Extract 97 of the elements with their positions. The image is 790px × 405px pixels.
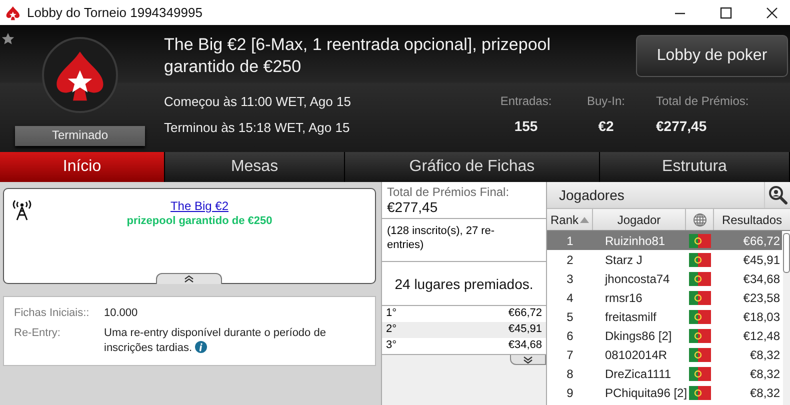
detail-value: 10.000 [104,306,139,321]
prize-guarantee: prizepool garantido de €250 [126,215,272,227]
result-cell-text: €8,32 [748,386,781,400]
search-button[interactable] [764,182,790,208]
close-icon [766,6,778,18]
flag-icon [689,310,711,324]
rank-cell-text: 6 [566,328,574,342]
detail-label: Fichas Iniciais:: [14,306,90,321]
rank-cell-text: 8 [566,366,574,380]
player-name: DreZica1111 [604,366,672,380]
flag-icon [689,386,711,400]
player-name: Starz J [604,252,644,266]
entrants-text: (128 inscrito(s), 27 re-entries) [387,224,496,253]
player-name: 08102014R [604,348,668,362]
rank-cell-text: 1 [566,234,574,248]
rank-cell-text: 3 [566,272,574,286]
player-row[interactable]: 9 PChiquita96 [2] €8,32 [547,383,782,402]
end-time: Terminou às 15:18 WET, Ago 15 [164,120,351,135]
result-cell-text: €66,72 [742,234,781,248]
spade-logo-icon [5,4,21,20]
amount-cell: €34,68 [508,339,542,353]
rank-cell-text: 7 [566,348,574,362]
tab[interactable]: Gráfico de Fichas [345,152,600,182]
result-cell-text: €18,03 [742,310,781,324]
double-chevron-up-icon [184,275,194,283]
places-paid: 24 lugares premiados. [394,276,534,292]
players-title: Jogadores [559,187,624,203]
search-icon [768,185,788,205]
player-row[interactable]: 3 jhoncosta74 €34,68 [547,269,782,288]
player-row[interactable]: 1 Ruizinho81 €66,72 [547,231,782,250]
rank-cell-text: 9 [566,386,574,400]
expand-button[interactable] [510,355,546,365]
stat-label: Entradas: [500,94,552,108]
column-header[interactable]: Rank [547,209,593,230]
stat-value: 155 [514,118,538,134]
stat-label: Buy-In: [586,94,625,108]
antenna-tower-icon [12,199,32,221]
scroll-thumb[interactable] [783,233,790,273]
result-cell-text: €8,32 [748,348,781,362]
result-cell-text: €8,32 [748,366,781,380]
player-row[interactable]: 2 Starz J €45,91 [547,250,782,269]
stat-value: €2 [598,118,614,134]
flag-icon [689,328,711,342]
tournament-title: The Big €2 [6-Max, 1 reentrada opcional], prizepool garantido de €250 [163,34,552,78]
amount-cell: €45,91 [508,323,542,337]
window-title: Lobby do Torneio 1994349995 [27,5,202,20]
place-cell: 1° [386,307,397,321]
rank-cell-text: 5 [566,310,574,324]
flag-icon [689,252,711,266]
place-cell: 3° [386,339,397,353]
tab[interactable]: Estrutura [600,152,790,182]
collapse-button[interactable] [156,273,222,284]
player-row[interactable]: 4 rmsr16 €23,58 [547,288,782,307]
sort-up-icon [580,216,588,222]
amount-cell: €66,72 [508,307,542,321]
info-icon [195,341,208,353]
flag-icon [689,348,711,362]
player-row[interactable]: 5 freitasmilf €18,03 [547,307,782,326]
flag-icon [689,234,711,248]
tournament-link[interactable]: The Big €2 [170,199,229,213]
start-time: Começou às 11:00 WET, Ago 15 [164,94,352,109]
result-cell-text: €34,68 [742,272,781,286]
player-name: rmsr16 [604,290,644,304]
player-row[interactable]: 6 Dkings86 [2] €12,48 [547,326,782,345]
maximize-icon [720,6,732,18]
player-name: Ruizinho81 [604,234,666,248]
result-cell-text: €12,48 [742,328,781,342]
player-row[interactable]: 7 08102014R €8,32 [547,345,782,364]
column-header[interactable]: Jogador [593,209,686,230]
prize-total-label: Total de Prémios Final: [387,185,510,199]
rank-cell-text: 4 [566,290,574,304]
column-header[interactable]: Resultados [714,209,790,230]
player-name: jhoncosta74 [604,272,671,286]
prize-total: €277,45 [387,199,439,215]
tab[interactable]: Mesas [165,152,345,182]
player-row[interactable]: 8 DreZica1111 €8,32 [547,364,782,383]
status-label: Terminado [15,126,145,146]
star-icon [1,32,15,46]
player-name: freitasmilf [604,310,658,324]
detail-label: Re-Entry: [14,326,62,341]
result-cell-text: €45,91 [742,252,781,266]
stat-label: Total de Prémios: [656,94,749,108]
result-cell-text: €23,58 [742,290,781,304]
globe-icon [692,212,706,226]
flag-icon [689,272,711,286]
rank-cell-text: 2 [566,252,574,266]
player-name: PChiquita96 [2] [604,386,686,400]
flag-icon [689,366,711,380]
player-name: Dkings86 [2] [604,328,673,342]
scrollbar[interactable] [783,233,790,405]
lobby-button[interactable]: Lobby de poker [636,35,788,77]
double-chevron-down-icon [523,356,533,364]
detail-value: Uma re-entry disponível durante o período de inscrições tardias. [104,326,327,356]
tab[interactable]: Início [0,152,165,182]
flag-icon [689,290,711,304]
place-cell: 2° [386,323,397,337]
stat-value: €277,45 [656,118,707,134]
